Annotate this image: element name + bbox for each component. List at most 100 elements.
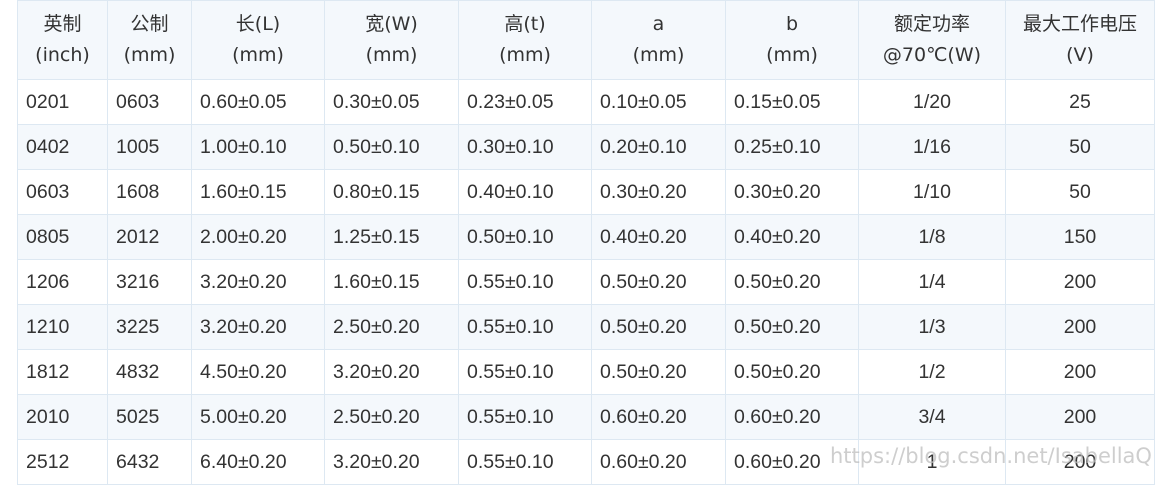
table-cell: 200	[1005, 439, 1155, 485]
table-cell: 0.23±0.05	[458, 79, 592, 125]
table-cell: 3.20±0.20	[324, 439, 459, 485]
table-cell: 1812	[17, 349, 108, 395]
column-header: 最大工作电压 (V)	[1005, 0, 1155, 80]
column-header: 宽(W) (mm)	[324, 0, 459, 80]
table-cell: 6.40±0.20	[191, 439, 325, 485]
table-cell: 50	[1005, 124, 1155, 170]
column-header-unit: (mm)	[123, 44, 176, 66]
table-cell: 0.60±0.20	[725, 439, 859, 485]
table-cell: 200	[1005, 259, 1155, 305]
table-cell: 0.55±0.10	[458, 349, 592, 395]
column-header-unit: @70℃(W)	[882, 44, 982, 66]
table-cell: 0.50±0.20	[591, 304, 726, 350]
table-cell: 0.50±0.10	[458, 214, 592, 260]
table-cell: 0.50±0.20	[725, 259, 859, 305]
table-cell: 0.50±0.20	[725, 304, 859, 350]
table-cell: 0603	[107, 79, 192, 125]
table-cell: 200	[1005, 394, 1155, 440]
table-cell: 1005	[107, 124, 192, 170]
table-cell: 2.50±0.20	[324, 304, 459, 350]
column-header-title: 高(t)	[504, 13, 546, 35]
column-header: 英制 (inch)	[17, 0, 108, 80]
table-cell: 1608	[107, 169, 192, 215]
table-cell: 3.20±0.20	[324, 349, 459, 395]
table-cell: 2512	[17, 439, 108, 485]
table-row: 1812 4832 4.50±0.20 3.20±0.20 0.55±0.10 0.50±…	[17, 349, 1155, 395]
header-row: 英制 (inch) 公制 (mm) 长(L) (mm) 宽(W) (mm) 高(t) (mm) a (…	[17, 0, 1155, 80]
column-header: 高(t) (mm)	[458, 0, 592, 80]
table-cell: 0.50±0.10	[324, 124, 459, 170]
table-row: 0805 2012 2.00±0.20 1.25±0.15 0.50±0.10 0.40±…	[17, 214, 1155, 260]
column-header-title: a	[652, 13, 665, 35]
table-cell: 3225	[107, 304, 192, 350]
table-cell: 0.10±0.05	[591, 79, 726, 125]
table-cell: 0.20±0.10	[591, 124, 726, 170]
table-cell: 0.55±0.10	[458, 304, 592, 350]
column-header-unit: (mm)	[232, 44, 284, 66]
table-cell: 0.30±0.20	[725, 169, 859, 215]
table-cell: 0.50±0.20	[591, 349, 726, 395]
table-cell: 1210	[17, 304, 108, 350]
column-header-title: 公制	[130, 13, 169, 35]
table-cell: 0.40±0.20	[591, 214, 726, 260]
table-cell: 3.20±0.20	[191, 304, 325, 350]
table-cell: 1/16	[858, 124, 1006, 170]
table-cell: 0.40±0.20	[725, 214, 859, 260]
table-cell: 0.50±0.20	[725, 349, 859, 395]
table-cell: 150	[1005, 214, 1155, 260]
table-cell: 2012	[107, 214, 192, 260]
table-cell: 0.60±0.20	[725, 394, 859, 440]
table-cell: 1.25±0.15	[324, 214, 459, 260]
table-cell: 1.00±0.10	[191, 124, 325, 170]
column-header-title: 宽(W)	[365, 13, 418, 35]
column-header-title: b	[785, 13, 799, 35]
table-row: 0201 0603 0.60±0.05 0.30±0.05 0.23±0.05 0.10±…	[17, 79, 1155, 125]
table-cell: 0603	[17, 169, 108, 215]
table-cell: 1	[858, 439, 1006, 485]
table-cell: 2.00±0.20	[191, 214, 325, 260]
table-row: 1206 3216 3.20±0.20 1.60±0.15 0.55±0.10 0.50±…	[17, 259, 1155, 305]
column-header: 公制 (mm)	[107, 0, 192, 80]
table-cell: 2010	[17, 394, 108, 440]
table-cell: 50	[1005, 169, 1155, 215]
table-cell: 3216	[107, 259, 192, 305]
table-cell: 0.50±0.20	[591, 259, 726, 305]
table-container: 英制 (inch) 公制 (mm) 长(L) (mm) 宽(W) (mm) 高(t) (mm) a (…	[17, 0, 1155, 485]
column-header-unit: (mm)	[766, 44, 818, 66]
table-row: 0402 1005 1.00±0.10 0.50±0.10 0.30±0.10 0.20±…	[17, 124, 1155, 170]
table-cell: 1206	[17, 259, 108, 305]
table-cell: 3.20±0.20	[191, 259, 325, 305]
table-cell: 0.15±0.05	[725, 79, 859, 125]
column-header-unit: (mm)	[632, 44, 685, 66]
table-cell: 1/2	[858, 349, 1006, 395]
table-cell: 1/4	[858, 259, 1006, 305]
table-row: 1210 3225 3.20±0.20 2.50±0.20 0.55±0.10 0.50±…	[17, 304, 1155, 350]
table-cell: 0.60±0.05	[191, 79, 325, 125]
column-header-unit: (V)	[1066, 44, 1094, 66]
table-body: 0201 0603 0.60±0.05 0.30±0.05 0.23±0.05 0.10±…	[17, 79, 1155, 485]
table-cell: 200	[1005, 349, 1155, 395]
table-row: 2010 5025 5.00±0.20 2.50±0.20 0.55±0.10 0.60±…	[17, 394, 1155, 440]
table-cell: 4832	[107, 349, 192, 395]
table-cell: 1/20	[858, 79, 1006, 125]
table-cell: 0.55±0.10	[458, 259, 592, 305]
table-cell: 1.60±0.15	[324, 259, 459, 305]
column-header-title: 长(L)	[235, 13, 281, 35]
table-cell: 1/3	[858, 304, 1006, 350]
table-cell: 200	[1005, 304, 1155, 350]
table-cell: 0201	[17, 79, 108, 125]
table-cell: 0.30±0.05	[324, 79, 459, 125]
column-header-title: 英制	[43, 13, 82, 35]
table-row: 0603 1608 1.60±0.15 0.80±0.15 0.40±0.10 0.30±…	[17, 169, 1155, 215]
table-cell: 4.50±0.20	[191, 349, 325, 395]
table-cell: 2.50±0.20	[324, 394, 459, 440]
table-cell: 1/10	[858, 169, 1006, 215]
table-cell: 0.60±0.20	[591, 394, 726, 440]
table-cell: 1.60±0.15	[191, 169, 325, 215]
table-cell: 3/4	[858, 394, 1006, 440]
resistor-size-table: 英制 (inch) 公制 (mm) 长(L) (mm) 宽(W) (mm) 高(t) (mm) a (…	[17, 0, 1155, 485]
table-cell: 25	[1005, 79, 1155, 125]
table-cell: 0.40±0.10	[458, 169, 592, 215]
table-cell: 6432	[107, 439, 192, 485]
table-cell: 0.55±0.10	[458, 439, 592, 485]
